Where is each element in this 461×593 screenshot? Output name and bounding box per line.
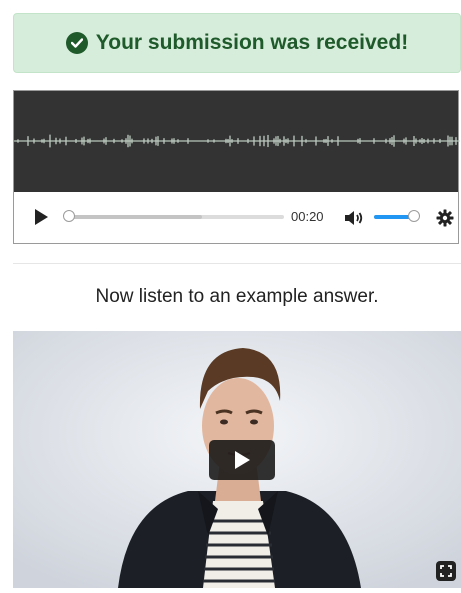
play-icon bbox=[35, 209, 48, 225]
buffered-fill bbox=[69, 215, 203, 219]
check-circle-icon bbox=[65, 32, 88, 54]
instruction-text: Now listen to an example answer. bbox=[95, 286, 379, 307]
waveform-graphic bbox=[14, 134, 460, 148]
fullscreen-button[interactable] bbox=[436, 561, 456, 581]
alert-message: Your submission was received! bbox=[95, 31, 409, 54]
settings-gear-icon bbox=[436, 209, 454, 227]
fullscreen-icon bbox=[440, 565, 452, 577]
example-answer-video[interactable] bbox=[13, 331, 461, 588]
audio-controls: 00:20 bbox=[14, 192, 458, 243]
audio-seek-bar[interactable] bbox=[69, 215, 284, 219]
section-divider bbox=[13, 263, 461, 264]
volume-handle[interactable] bbox=[407, 210, 420, 222]
submission-success-alert: Your submission was received! bbox=[13, 13, 461, 73]
play-icon bbox=[235, 451, 250, 469]
volume-button[interactable] bbox=[343, 208, 365, 228]
video-play-button[interactable] bbox=[209, 440, 275, 480]
seek-handle[interactable] bbox=[63, 210, 75, 222]
play-button[interactable] bbox=[32, 207, 50, 227]
volume-icon bbox=[345, 211, 363, 225]
audio-player: 00:20 bbox=[13, 90, 460, 244]
audio-waveform[interactable] bbox=[14, 91, 460, 192]
audio-time: 00:20 bbox=[291, 209, 324, 224]
settings-button[interactable] bbox=[435, 208, 455, 228]
